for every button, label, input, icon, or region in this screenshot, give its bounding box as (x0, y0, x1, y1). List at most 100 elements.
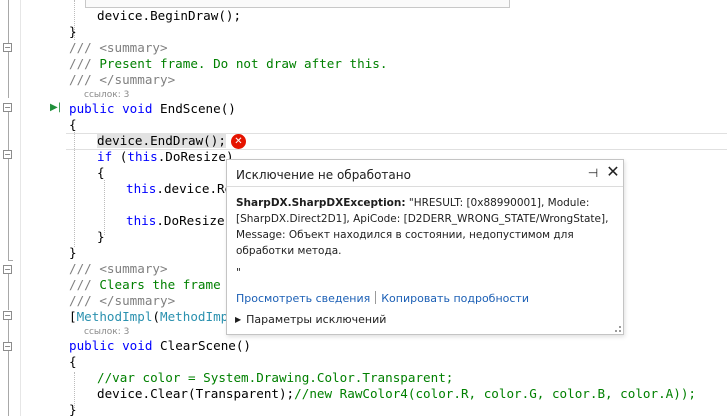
code-text: [ (69, 309, 77, 324)
code-line[interactable]: device.BeginDraw(); (97, 8, 241, 24)
exception-settings-label: Параметры исключений (246, 313, 387, 326)
outline-line (8, 52, 9, 98)
code-line[interactable]: [MethodImpl(MethodImpl (69, 309, 236, 325)
outline-line (8, 274, 9, 310)
code-text: } (97, 229, 105, 244)
type-name: MethodImpl (160, 309, 236, 324)
expand-triangle-icon: ▶ (235, 315, 242, 324)
code-text: { (97, 165, 105, 180)
outline-line (8, 320, 9, 342)
code-line[interactable]: if (this.DoResize) (97, 149, 234, 165)
code-line[interactable]: { (97, 165, 105, 181)
code-text: } (69, 245, 77, 260)
comment: //var color = System.Drawing.Color.Trans… (97, 370, 454, 385)
doc-comment-text: Present frame. Do not draw after this. (99, 56, 388, 71)
copy-details-link[interactable]: Копировать подробности (381, 292, 529, 305)
type-name: MethodImpl (76, 309, 153, 324)
view-details-link[interactable]: Просмотреть сведения (236, 292, 370, 305)
code-line-current[interactable]: device.EndDraw(); (97, 133, 226, 149)
close-icon[interactable]: ✕ (605, 164, 621, 180)
outline-line (8, 351, 9, 416)
outline-collapse-icon[interactable]: − (3, 342, 12, 351)
code-line[interactable]: /// <summary> (69, 261, 168, 277)
doc-comment-prefix: /// (69, 40, 92, 55)
doc-tag: <summary> (99, 40, 168, 55)
code-text: } (69, 402, 77, 417)
outline-collapse-icon[interactable]: − (3, 311, 12, 320)
code-text: { (69, 354, 77, 369)
outline-line (8, 0, 9, 47)
code-line[interactable]: { (69, 354, 77, 370)
editor-margin-line (20, 0, 21, 416)
indent-guide (104, 180, 105, 235)
identifier: device (97, 386, 143, 401)
popup-links: Просмотреть сведения Копировать подробнос… (236, 291, 529, 307)
keyword: public (69, 338, 115, 353)
keyword: this (126, 181, 157, 196)
doc-comment-prefix: /// (69, 293, 92, 308)
error-icon[interactable]: ✕ (231, 134, 246, 149)
exception-message: SharpDX.SharpDXException: "HRESULT: [0x8… (236, 195, 616, 259)
doc-comment-prefix: /// (69, 261, 92, 276)
outline-collapse-icon[interactable]: − (3, 150, 12, 159)
code-line[interactable]: public void ClearScene() (69, 338, 251, 354)
doc-comment-prefix: /// (69, 72, 92, 87)
code-text: .DoResize) (157, 149, 234, 164)
exception-type: SharpDX.SharpDXException: (236, 197, 406, 209)
method-signature: EndScene() (160, 101, 236, 116)
code-line[interactable]: device.Clear(Transparent);//new RawColor… (97, 386, 696, 402)
outline-collapse-icon[interactable]: − (3, 103, 12, 112)
popup-edge-above (85, 0, 510, 8)
code-line[interactable]: /// Present frame. Do not draw after thi… (69, 56, 387, 72)
code-text: } (69, 24, 77, 39)
identifier: device (97, 8, 143, 23)
method-signature: ClearScene() (160, 338, 252, 353)
references-codelens[interactable]: ссылок: 3 (84, 89, 129, 101)
outline-end-tick (8, 260, 13, 261)
comment: //new RawColor4(color.R, color.G, color.… (294, 386, 697, 401)
keyword: if (97, 149, 113, 164)
code-line[interactable]: /// <summary> (69, 40, 168, 56)
code-line[interactable]: { (69, 117, 77, 133)
pin-icon[interactable]: ⊣ (586, 165, 600, 181)
code-line[interactable]: /// </summary> (69, 293, 175, 309)
code-line[interactable]: this.DoResize (126, 213, 225, 229)
references-codelens[interactable]: ссылок: 3 (84, 326, 129, 338)
code-text: . (156, 181, 164, 196)
code-line[interactable]: this.device.Re (126, 181, 232, 197)
resize-grip-icon[interactable] (615, 326, 621, 332)
code-text: .BeginDraw(); (142, 8, 242, 23)
code-line[interactable]: } (69, 24, 77, 40)
identifier: device (163, 181, 210, 196)
code-text: .Clear(Transparent); (142, 386, 295, 401)
code-line[interactable]: } (97, 229, 105, 245)
code-line[interactable]: } (69, 245, 77, 261)
link-separator (375, 291, 377, 304)
doc-comment-prefix: /// (69, 277, 92, 292)
keyword: public (69, 101, 115, 116)
exception-helper-popup[interactable]: Исключение не обработано ⊣ ✕ SharpDX.Sha… (226, 159, 624, 335)
outline-collapse-icon[interactable]: − (3, 265, 12, 274)
popup-title: Исключение не обработано (236, 168, 411, 182)
code-line[interactable]: /// </summary> (69, 72, 175, 88)
code-text: { (69, 117, 77, 132)
doc-tag: <summary> (99, 261, 168, 276)
keyword: this (127, 149, 158, 164)
code-line[interactable]: public void EndScene() (69, 101, 236, 117)
run-to-click-icon[interactable]: ▶| (50, 101, 62, 115)
doc-comment-text: Clears the frame (99, 277, 221, 292)
code-text: ( (152, 309, 161, 324)
popup-divider (227, 186, 623, 187)
outline-line (8, 159, 9, 261)
current-statement: device.EndDraw(); (97, 133, 226, 148)
code-line[interactable]: /// Clears the frame (69, 277, 221, 293)
doc-tag: </summary> (99, 293, 176, 308)
code-line[interactable]: //var color = System.Drawing.Color.Trans… (97, 370, 453, 386)
keyword: void (122, 338, 153, 353)
outline-collapse-icon[interactable]: − (3, 43, 12, 52)
keyword: void (122, 101, 153, 116)
code-text: .DoResize (156, 213, 225, 228)
outline-line (8, 112, 9, 152)
exception-settings-expander[interactable]: ▶ Параметры исключений (235, 312, 386, 328)
keyword: this (126, 213, 157, 228)
